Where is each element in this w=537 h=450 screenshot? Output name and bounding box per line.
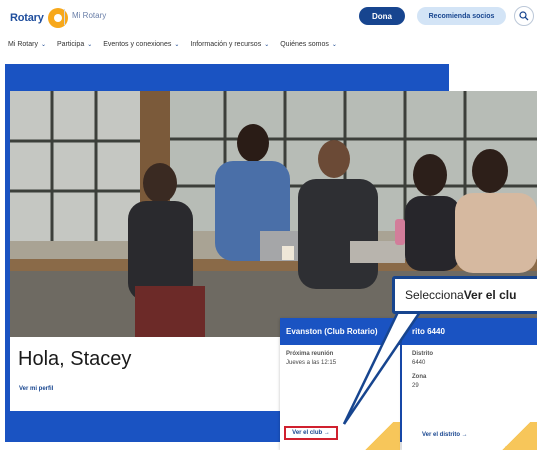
callout-bold: Ver el clu — [463, 288, 517, 302]
instruction-callout: Selecciona Ver el clu — [392, 276, 537, 314]
callout-pointer — [342, 311, 422, 425]
callout-prefix: Selecciona — [405, 288, 464, 302]
